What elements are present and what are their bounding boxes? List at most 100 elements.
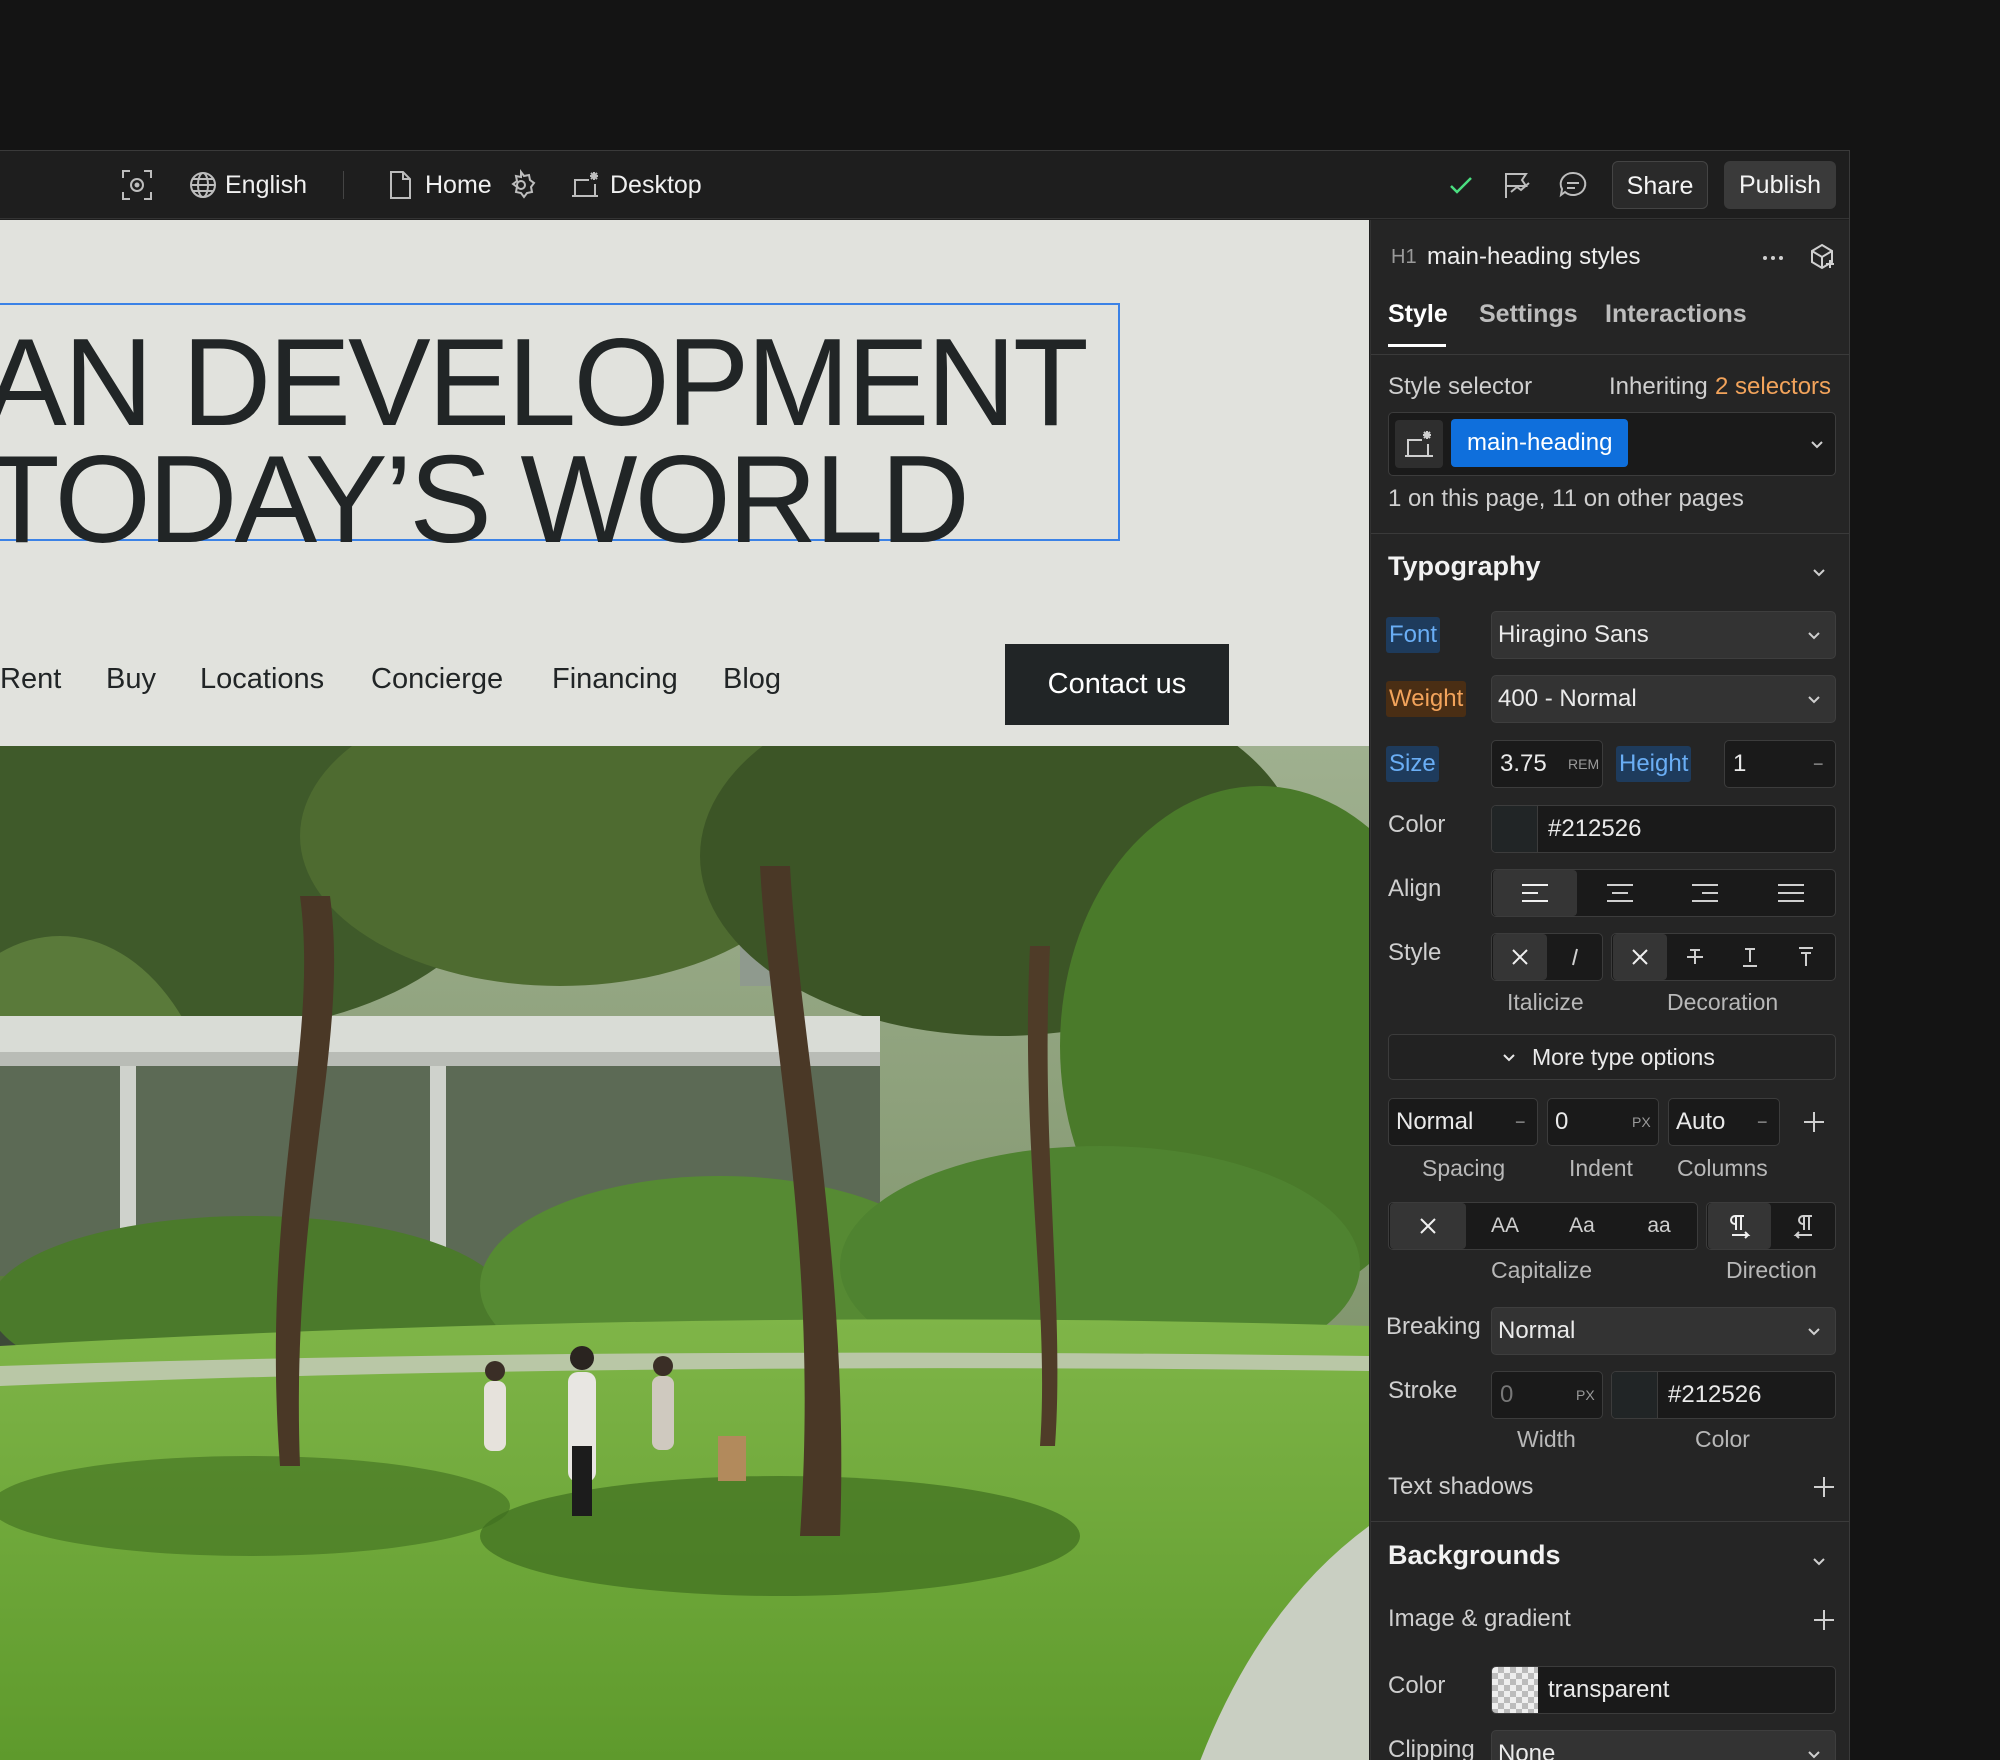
- share-button[interactable]: Share: [1612, 161, 1708, 209]
- backgrounds-section-title[interactable]: Backgrounds: [1388, 1540, 1561, 1571]
- text-color-field[interactable]: #212526: [1491, 805, 1836, 853]
- typography-section-title[interactable]: Typography: [1388, 551, 1541, 582]
- minus-icon[interactable]: −: [1813, 741, 1824, 787]
- nav-link-rent[interactable]: Rent: [0, 663, 61, 696]
- tab-interactions[interactable]: Interactions: [1605, 300, 1747, 329]
- desktop-breakpoint-icon[interactable]: [568, 168, 602, 202]
- add-icon[interactable]: [1801, 1109, 1827, 1135]
- no-decoration-icon[interactable]: [1613, 934, 1667, 980]
- stroke-color-swatch[interactable]: [1612, 1372, 1658, 1418]
- nav-link-locations[interactable]: Locations: [200, 663, 324, 696]
- align-segmented-control: [1491, 869, 1836, 917]
- transparent-swatch[interactable]: [1492, 1667, 1538, 1713]
- design-canvas[interactable]: AN DEVELOPMENT TODAY’S WORLD Rent Buy Lo…: [0, 220, 1369, 1760]
- letter-spacing-input[interactable]: Normal −: [1388, 1098, 1538, 1146]
- weight-select[interactable]: 400 - Normal: [1491, 675, 1836, 723]
- capitalize-caption: Capitalize: [1491, 1257, 1592, 1283]
- more-type-options-button[interactable]: More type options: [1388, 1034, 1836, 1080]
- breakpoint-selector[interactable]: Desktop: [610, 151, 702, 219]
- top-toolbar: English Home Desktop Share Publish: [0, 151, 1849, 219]
- page-selector[interactable]: Home: [425, 151, 492, 219]
- no-capitalize-icon[interactable]: [1390, 1203, 1466, 1249]
- style-selector-label: Style selector: [1388, 373, 1533, 400]
- lowercase-option[interactable]: aa: [1621, 1203, 1697, 1249]
- no-italic-icon[interactable]: [1493, 934, 1547, 980]
- clipping-select[interactable]: None: [1491, 1730, 1836, 1760]
- font-label: Font: [1386, 617, 1441, 653]
- align-left-icon[interactable]: [1493, 870, 1577, 916]
- main-heading-line-1[interactable]: AN DEVELOPMENT: [0, 321, 1089, 445]
- section-divider: [1371, 1521, 1849, 1522]
- weight-label: Weight: [1386, 681, 1467, 717]
- align-center-icon[interactable]: [1578, 870, 1662, 916]
- flag-icon[interactable]: [1500, 168, 1534, 202]
- columns-input[interactable]: Auto −: [1668, 1098, 1780, 1146]
- background-color-field[interactable]: transparent: [1491, 1666, 1836, 1714]
- more-options-icon[interactable]: [1759, 244, 1787, 272]
- stroke-width-value: 0: [1500, 1381, 1514, 1408]
- chevron-down-icon[interactable]: [1811, 1553, 1827, 1569]
- create-component-icon[interactable]: [1807, 242, 1837, 272]
- direction-segmented-control: [1706, 1202, 1836, 1250]
- underline-icon[interactable]: [1723, 934, 1777, 980]
- style-selector-field[interactable]: main-heading: [1388, 412, 1836, 476]
- clipping-label: Clipping: [1388, 1736, 1475, 1760]
- decoration-segmented-control: [1611, 933, 1836, 981]
- gear-icon[interactable]: [504, 168, 538, 202]
- stroke-color-field[interactable]: #212526: [1611, 1371, 1836, 1419]
- page-icon[interactable]: [383, 168, 417, 202]
- uppercase-option[interactable]: AA: [1467, 1203, 1543, 1249]
- chevron-down-icon: [1806, 1323, 1822, 1339]
- inheriting-selectors-link[interactable]: 2 selectors: [1715, 373, 1831, 401]
- tab-settings[interactable]: Settings: [1479, 300, 1578, 329]
- language-selector[interactable]: English: [225, 151, 307, 219]
- selector-chip[interactable]: main-heading: [1451, 419, 1629, 467]
- strikethrough-icon[interactable]: [1668, 934, 1722, 980]
- minus-icon[interactable]: −: [1757, 1099, 1768, 1145]
- text-indent-input[interactable]: 0 PX: [1547, 1098, 1659, 1146]
- indent-unit[interactable]: PX: [1632, 1099, 1651, 1145]
- align-right-icon[interactable]: [1663, 870, 1747, 916]
- word-break-select[interactable]: Normal: [1491, 1307, 1836, 1355]
- add-text-shadow-icon[interactable]: [1811, 1474, 1837, 1500]
- preview-icon[interactable]: [120, 168, 154, 202]
- size-input[interactable]: 3.75 REM: [1491, 740, 1603, 788]
- align-justify-icon[interactable]: [1748, 870, 1834, 916]
- check-icon: [1444, 168, 1478, 202]
- decoration-caption: Decoration: [1667, 989, 1779, 1015]
- italic-icon[interactable]: [1548, 934, 1602, 980]
- nav-link-blog[interactable]: Blog: [723, 663, 781, 696]
- stroke-width-input[interactable]: 0 PX: [1491, 1371, 1603, 1419]
- minus-icon[interactable]: −: [1515, 1099, 1526, 1145]
- stroke-width-caption: Width: [1517, 1426, 1576, 1452]
- nav-link-financing[interactable]: Financing: [552, 663, 678, 696]
- capitalize-option[interactable]: Aa: [1544, 1203, 1620, 1249]
- ltr-direction-icon[interactable]: [1708, 1203, 1771, 1249]
- chevron-down-icon[interactable]: [1811, 564, 1827, 580]
- chevron-down-icon: [1806, 1746, 1822, 1760]
- nav-link-concierge[interactable]: Concierge: [371, 663, 503, 696]
- stroke-label: Stroke: [1388, 1377, 1458, 1404]
- size-unit[interactable]: REM: [1568, 741, 1599, 787]
- font-select[interactable]: Hiragino Sans: [1491, 611, 1836, 659]
- nav-link-buy[interactable]: Buy: [106, 663, 156, 696]
- color-swatch[interactable]: [1492, 806, 1538, 852]
- comment-icon[interactable]: [1556, 168, 1590, 202]
- publish-button[interactable]: Publish: [1724, 161, 1836, 209]
- direction-caption: Direction: [1726, 1257, 1817, 1283]
- globe-icon[interactable]: [186, 168, 220, 202]
- style-label: Style: [1388, 939, 1442, 966]
- columns-caption: Columns: [1677, 1155, 1768, 1181]
- rtl-direction-icon[interactable]: [1772, 1203, 1835, 1249]
- font-select-value: Hiragino Sans: [1498, 621, 1649, 648]
- contact-us-button[interactable]: Contact us: [1005, 644, 1229, 725]
- indent-caption: Indent: [1569, 1155, 1633, 1181]
- size-label: Size: [1386, 746, 1439, 782]
- overline-icon[interactable]: [1778, 934, 1834, 980]
- tab-style[interactable]: Style: [1388, 300, 1448, 329]
- line-height-input[interactable]: 1 −: [1724, 740, 1836, 788]
- add-background-icon[interactable]: [1811, 1607, 1837, 1633]
- stroke-unit[interactable]: PX: [1576, 1372, 1595, 1418]
- main-heading-line-2[interactable]: TODAY’S WORLD: [0, 438, 970, 562]
- hero-park-image: [0, 746, 1369, 1760]
